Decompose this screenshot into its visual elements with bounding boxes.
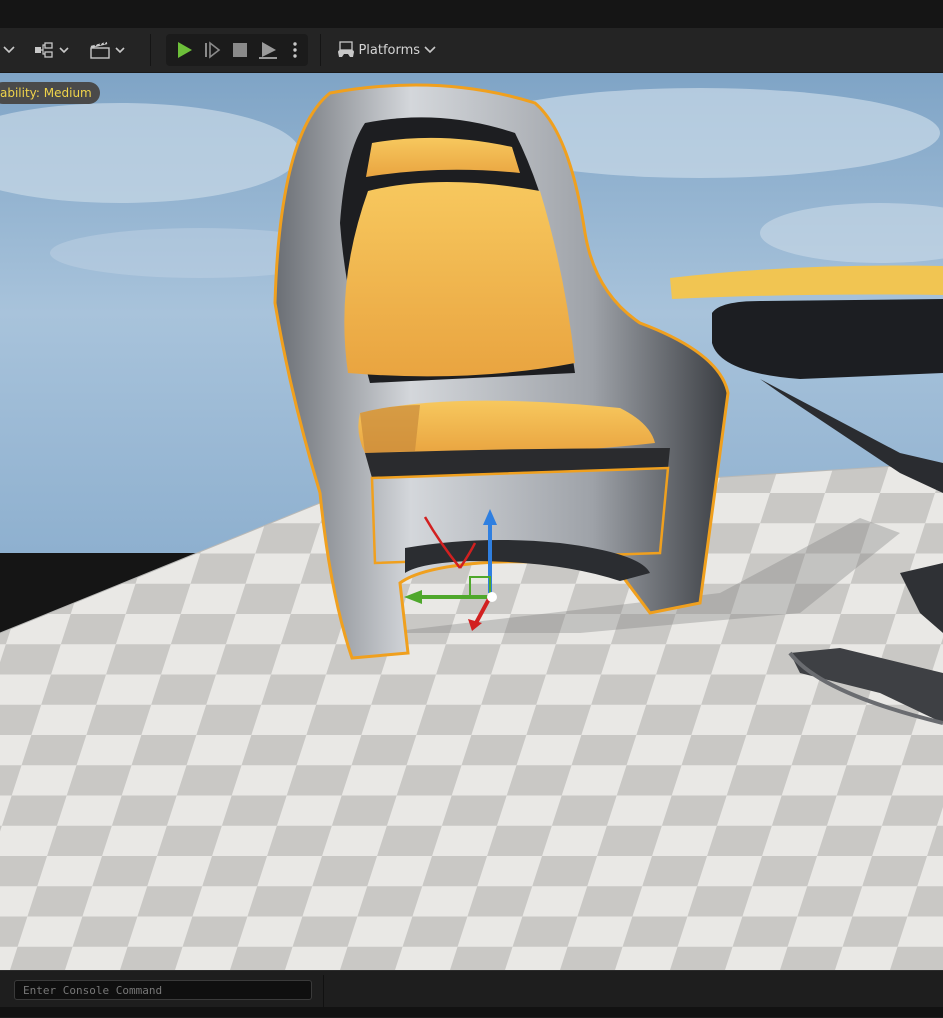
scalability-badge: ability: Medium [0,82,100,104]
chevron-down-icon [424,46,436,54]
blueprint-dropdown[interactable] [34,36,74,64]
platforms-icon [338,41,354,57]
step-icon [205,41,221,59]
toolbar-separator [150,34,151,66]
blueprint-icon [35,42,69,58]
more-options-icon [293,42,297,58]
level-viewport[interactable] [0,73,943,970]
title-bar [0,0,943,28]
play-icon [178,42,192,58]
viewport-scene [0,73,943,970]
select-mode-dropdown[interactable] [0,36,18,64]
toolbar-separator [320,34,321,66]
stop-button[interactable] [228,36,252,64]
eject-button[interactable] [256,36,280,64]
platforms-dropdown[interactable]: Platforms [336,36,436,64]
platforms-label: Platforms [358,42,421,58]
advance-frame-button[interactable] [200,36,224,64]
play-options-button[interactable] [286,36,304,64]
eject-icon [259,42,277,59]
cinematics-dropdown[interactable] [88,36,128,64]
chevron-down-icon [3,46,15,54]
play-button[interactable] [172,36,196,64]
console-command-input[interactable] [14,980,312,1000]
stop-icon [233,43,247,57]
console-separator [323,975,324,1007]
main-toolbar: Platforms [0,28,943,73]
clapperboard-icon [90,40,125,59]
status-strip [0,1007,943,1017]
